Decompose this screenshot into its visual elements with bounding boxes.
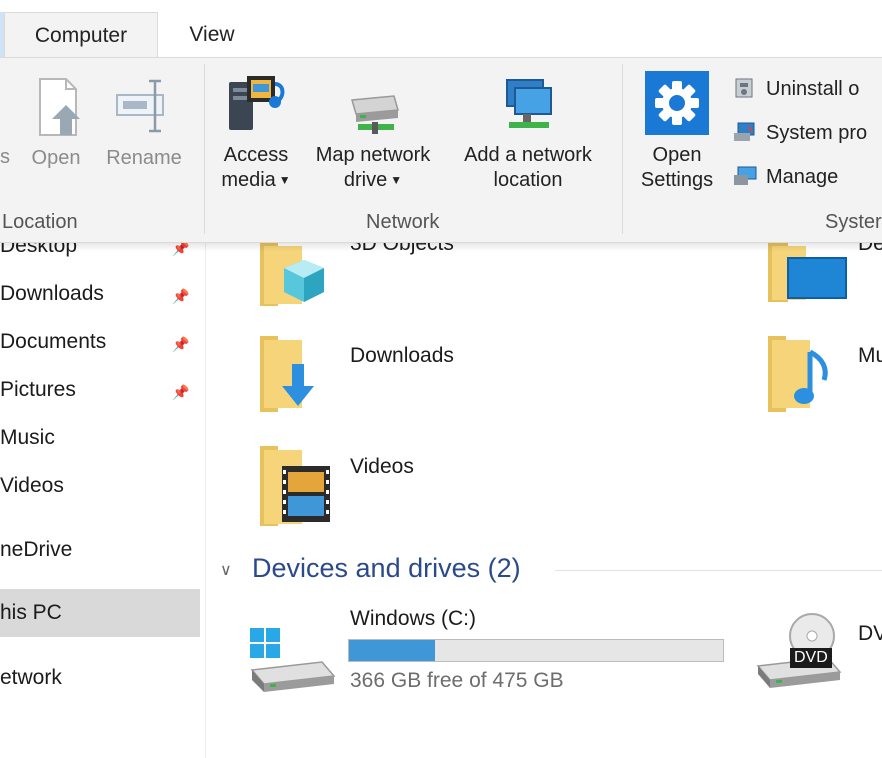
devices-section-title[interactable]: Devices and drives (2)	[252, 553, 521, 584]
open-settings-button[interactable]: Open Settings	[630, 70, 724, 193]
folder-videos-label[interactable]: Videos	[350, 455, 414, 479]
folder-music-label[interactable]: Mu	[858, 344, 882, 368]
network-group-label: Network	[366, 211, 440, 233]
properties-button[interactable]: s	[0, 145, 10, 170]
nav-pane-border	[205, 240, 206, 758]
dropdown-caret-icon: ▼	[390, 173, 403, 187]
videos-folder-icon	[260, 446, 330, 526]
drive-c[interactable]	[248, 626, 336, 696]
folder-videos[interactable]	[258, 444, 334, 528]
add-location-label-1: Add a network	[464, 144, 592, 166]
drive-c-label[interactable]: Windows (C:)	[350, 607, 476, 631]
uninstall-icon	[735, 78, 753, 98]
folder-desktop[interactable]	[766, 240, 848, 306]
access-media-button[interactable]: Access media ▼	[214, 70, 298, 193]
open-button[interactable]: Open	[22, 75, 90, 171]
open-settings-label-1: Open	[652, 144, 702, 166]
uninstall-label: Uninstall o	[766, 78, 860, 100]
nav-item-pictures[interactable]: Pictures	[0, 378, 76, 402]
tab-view[interactable]: View	[166, 12, 258, 58]
ribbon-group-separator	[204, 64, 205, 234]
nav-item-this-pc[interactable]: his PC	[0, 601, 62, 625]
nav-item-onedrive[interactable]: neDrive	[0, 538, 72, 562]
rename-button[interactable]: Rename	[100, 75, 188, 171]
nav-item-downloads[interactable]: Downloads	[0, 282, 104, 306]
open-icon	[39, 78, 80, 136]
map-network-drive-button[interactable]: Map network drive ▼	[303, 70, 443, 193]
network-location-icon	[506, 79, 552, 128]
pin-icon[interactable]: 📌	[172, 336, 189, 353]
nav-item-network[interactable]: etwork	[0, 666, 62, 690]
access-media-label-1: Access	[223, 144, 289, 166]
access-media-icon	[229, 76, 285, 130]
pin-icon[interactable]: 📌	[172, 288, 189, 305]
drive-c-free-space: 366 GB free of 475 GB	[350, 669, 564, 692]
location-group-label: Location	[2, 211, 78, 233]
folder-3d-objects[interactable]	[258, 240, 334, 312]
manage-icon	[734, 166, 757, 185]
3d-objects-folder-icon	[260, 242, 324, 306]
collapse-chevron-icon[interactable]: ∨	[220, 560, 232, 580]
pin-icon[interactable]: 📌	[172, 384, 189, 401]
downloads-folder-icon	[260, 336, 314, 412]
nav-item-videos[interactable]: Videos	[0, 474, 64, 498]
map-drive-label-1: Map network	[315, 144, 431, 166]
open-settings-label-2: Settings	[640, 169, 714, 191]
dvd-drive-label[interactable]: DV	[858, 622, 882, 646]
nav-item-music[interactable]: Music	[0, 426, 55, 450]
folder-music[interactable]	[766, 334, 842, 414]
access-media-label-2: media	[221, 169, 276, 191]
dvd-badge: DVD	[790, 648, 832, 668]
system-properties-label: System pro	[766, 122, 868, 144]
network-drive-icon	[351, 95, 399, 134]
system-properties-icon	[734, 122, 755, 141]
drive-c-usage-bar	[348, 639, 724, 662]
windows-drive-icon	[250, 628, 336, 692]
add-network-location-button[interactable]: Add a network location	[450, 70, 606, 193]
desktop-folder-icon	[768, 242, 847, 302]
system-group-label: Syster	[825, 211, 882, 233]
settings-gear-icon	[645, 71, 709, 135]
uninstall-button[interactable]: Uninstall o	[732, 77, 859, 101]
map-drive-label-2: drive	[343, 169, 388, 191]
drive-c-usage-fill	[349, 640, 436, 661]
dropdown-caret-icon: ▼	[278, 173, 291, 187]
manage-button[interactable]: Manage	[732, 165, 838, 189]
folder-downloads[interactable]	[258, 334, 334, 414]
dvd-drive[interactable]: DVD	[756, 612, 846, 692]
ribbon-group-separator	[622, 64, 623, 234]
add-location-label-2: location	[493, 169, 563, 191]
open-label: Open	[31, 147, 81, 169]
manage-label: Manage	[766, 166, 839, 188]
rename-label: Rename	[106, 147, 182, 169]
rename-icon	[116, 79, 164, 133]
music-folder-icon	[768, 336, 828, 412]
system-properties-button[interactable]: System pro	[732, 121, 867, 145]
tab-computer[interactable]: Computer	[4, 12, 158, 58]
nav-item-documents[interactable]: Documents	[0, 330, 106, 354]
folder-downloads-label[interactable]: Downloads	[350, 344, 454, 368]
section-divider	[555, 570, 882, 571]
